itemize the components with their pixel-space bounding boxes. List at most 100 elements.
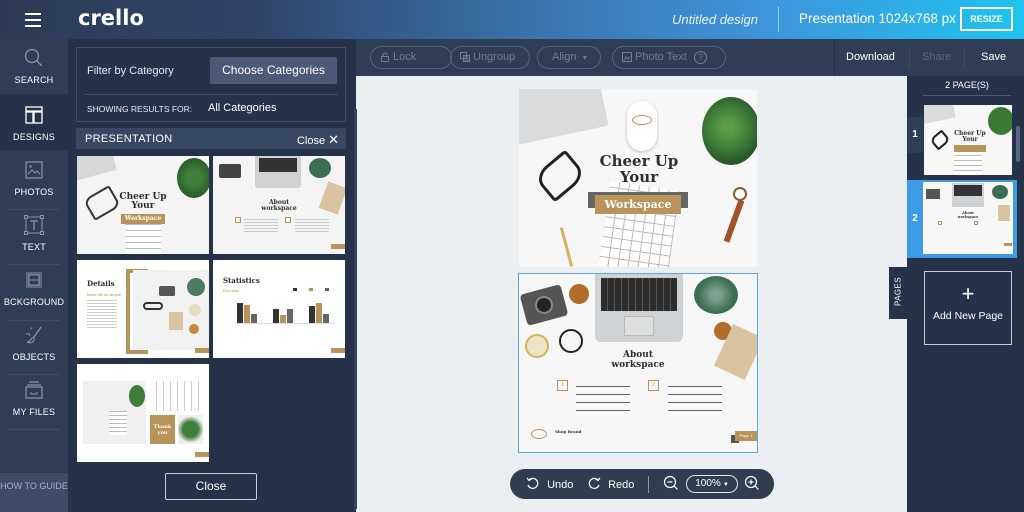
text-icon bbox=[24, 215, 44, 235]
slide-title: About workspace bbox=[588, 350, 688, 370]
page-thumbnail: About workspace bbox=[923, 182, 1013, 254]
image-icon bbox=[25, 161, 43, 179]
rail-item-text[interactable]: TEXT bbox=[0, 214, 68, 260]
rail-label: TEXT bbox=[22, 242, 46, 252]
section-close-button[interactable]: Close ✕ bbox=[297, 132, 339, 148]
rail-item-designs[interactable]: DESIGNS bbox=[0, 94, 68, 150]
laptop-image bbox=[255, 156, 301, 188]
redo-label: Redo bbox=[608, 479, 635, 491]
page-tag bbox=[195, 452, 209, 457]
lock-label: Lock bbox=[393, 51, 417, 63]
mouse-image bbox=[627, 101, 657, 151]
plant-image bbox=[702, 97, 757, 165]
close-panel-button[interactable]: Close bbox=[165, 473, 257, 500]
slide-2[interactable]: About workspace 1 2 Shop Brand Page 1 bbox=[518, 273, 758, 453]
pages-count: 2 PAGE(S) bbox=[923, 80, 1011, 96]
photo-icon bbox=[622, 52, 632, 62]
text-lines bbox=[87, 298, 117, 328]
divider bbox=[8, 320, 60, 321]
page-item-1[interactable]: 1 Cheer Up Your bbox=[907, 102, 1017, 180]
section-close-label: Close bbox=[296, 135, 326, 147]
zoom-out-icon bbox=[663, 475, 678, 490]
zoom-level-dropdown[interactable]: 100% ▼ bbox=[686, 475, 738, 493]
align-label: Align bbox=[552, 51, 577, 63]
zoom-in-button[interactable] bbox=[744, 475, 760, 494]
align-dropdown[interactable]: Align ▼ bbox=[537, 46, 601, 69]
lock-button[interactable]: Lock bbox=[370, 46, 452, 69]
point-text bbox=[576, 380, 630, 416]
rail-item-objects[interactable]: * OBJECTS bbox=[0, 324, 68, 370]
rail-label: SEARCH bbox=[14, 75, 54, 85]
divider bbox=[8, 429, 60, 430]
bullet-box bbox=[285, 217, 291, 223]
photo-text-button[interactable]: Photo Text ? bbox=[612, 46, 726, 69]
design-name[interactable]: Untitled design bbox=[672, 12, 758, 27]
slide-title-line: About bbox=[623, 350, 653, 360]
template-thumbnail[interactable]: Cheer Up Your Workspace bbox=[77, 156, 209, 254]
resize-button[interactable]: RESIZE bbox=[960, 7, 1013, 31]
text-lines bbox=[295, 217, 329, 232]
template-thumbnail[interactable]: Details Make life so simple bbox=[77, 260, 209, 358]
plant-image bbox=[177, 158, 209, 198]
redo-button[interactable]: Redo bbox=[587, 477, 634, 491]
rail-item-photos[interactable]: PHOTOS bbox=[0, 159, 68, 205]
template-thumbnail[interactable]: Statistics Key data bbox=[213, 260, 345, 358]
template-thumbnail[interactable]: About workspace bbox=[213, 156, 345, 254]
page-number: 2 bbox=[912, 213, 918, 224]
rail-item-my-files[interactable]: MY FILES bbox=[0, 379, 68, 425]
showing-results-label: SHOWING RESULTS FOR: bbox=[87, 104, 193, 114]
undo-button[interactable]: Undo bbox=[526, 477, 573, 491]
legend-swatch bbox=[293, 288, 297, 291]
rail-item-background[interactable]: BCKGROUND bbox=[0, 269, 68, 315]
share-button[interactable]: Share bbox=[922, 51, 951, 63]
pages-panel: 2 PAGE(S) 1 Cheer Up Your 2 About workspac… bbox=[907, 76, 1024, 512]
divider bbox=[909, 46, 910, 69]
notebook-image bbox=[125, 220, 161, 254]
page-thumbnail: Cheer Up Your bbox=[924, 105, 1012, 175]
rail-label: OBJECTS bbox=[12, 352, 56, 362]
section-title: PRESENTATION bbox=[85, 133, 173, 145]
format-label: Presentation 1024x768 px bbox=[799, 11, 956, 26]
template-thumbnail[interactable]: Thank you bbox=[77, 364, 209, 462]
page-tag bbox=[331, 348, 345, 353]
pages-scrollbar[interactable] bbox=[1016, 126, 1020, 162]
slide-ribbon: Workspace bbox=[595, 195, 681, 214]
how-to-guide-button[interactable]: HOW TO GUIDE bbox=[0, 473, 68, 512]
page-number: 1 bbox=[907, 117, 923, 153]
save-button[interactable]: Save bbox=[981, 51, 1006, 63]
slide-title: Cheer Up Your bbox=[589, 153, 689, 185]
pages-toggle-tab[interactable]: PAGES bbox=[889, 267, 908, 319]
download-button[interactable]: Download bbox=[846, 51, 895, 63]
bowl-image bbox=[569, 284, 589, 304]
svg-text:*: * bbox=[30, 327, 33, 334]
laptop-image bbox=[595, 274, 683, 342]
undo-icon bbox=[526, 477, 539, 489]
history-zoom-bar: Undo Redo 100% ▼ bbox=[510, 469, 774, 499]
page-item-2[interactable]: 2 About workspace bbox=[907, 180, 1017, 258]
template-subtitle: Make life so simple bbox=[87, 292, 122, 297]
rail-label: MY FILES bbox=[12, 407, 56, 417]
slide-1[interactable]: Cheer Up Your Workspace bbox=[519, 89, 757, 267]
add-new-page-button[interactable]: + Add New Page bbox=[924, 271, 1012, 345]
zoom-in-icon bbox=[744, 475, 759, 490]
help-icon[interactable]: ? bbox=[693, 51, 707, 64]
panel-scrollbar[interactable] bbox=[354, 109, 357, 509]
menu-icon[interactable] bbox=[25, 13, 41, 27]
zoom-out-button[interactable] bbox=[663, 475, 679, 494]
divider bbox=[85, 94, 338, 95]
rail-item-search[interactable]: SEARCH bbox=[0, 47, 68, 95]
pages-tab-label: PAGES bbox=[893, 277, 903, 306]
slide-title-line: Cheer Up bbox=[599, 152, 679, 170]
divider bbox=[834, 39, 835, 76]
scissors-image bbox=[559, 329, 583, 353]
template-title: Statistics bbox=[223, 276, 260, 285]
camera-image bbox=[219, 164, 241, 178]
camera-image bbox=[519, 284, 569, 326]
app-logo[interactable]: crello bbox=[78, 6, 144, 30]
template-title: Cheer Up Your bbox=[119, 192, 167, 211]
point-number: 2 bbox=[648, 380, 659, 391]
choose-categories-button[interactable]: Choose Categories bbox=[210, 57, 337, 84]
plant-image bbox=[694, 276, 738, 314]
point-text bbox=[668, 380, 722, 416]
ungroup-button[interactable]: Ungroup bbox=[450, 46, 530, 69]
